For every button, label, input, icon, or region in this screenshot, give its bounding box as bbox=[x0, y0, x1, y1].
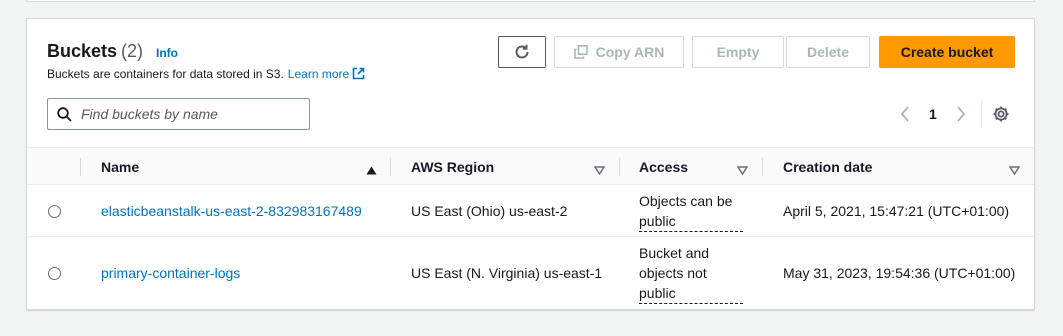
next-page-icon[interactable] bbox=[955, 105, 967, 128]
delete-button[interactable]: Delete bbox=[786, 36, 870, 68]
column-header-name[interactable]: Name bbox=[101, 159, 139, 175]
copy-arn-label: Copy ARN bbox=[595, 44, 665, 60]
sort-icon[interactable] bbox=[593, 162, 606, 180]
copy-icon bbox=[573, 45, 588, 59]
description-text: Buckets are containers for data stored i… bbox=[47, 67, 284, 81]
buckets-panel: Buckets (2) Info Buckets are containers f… bbox=[26, 18, 1035, 310]
panel-title: Buckets (2) bbox=[47, 41, 143, 62]
previous-panel-edge bbox=[26, 0, 1035, 2]
row-select-radio[interactable] bbox=[48, 267, 61, 280]
column-separator bbox=[619, 158, 620, 176]
bucket-name-link[interactable]: elasticbeanstalk-us-east-2-832983167489 bbox=[101, 201, 362, 221]
pager-divider bbox=[981, 101, 982, 127]
buckets-table: Name AWS Region Access Creation date ela… bbox=[27, 147, 1034, 307]
bucket-creation-date: May 31, 2023, 19:54:36 (UTC+01:00) bbox=[783, 265, 1016, 281]
empty-button[interactable]: Empty bbox=[692, 36, 784, 68]
access-line: objects not bbox=[639, 265, 707, 281]
refresh-button[interactable] bbox=[498, 36, 546, 68]
bucket-count: (2) bbox=[121, 41, 144, 61]
learn-more-link[interactable]: Learn more bbox=[288, 67, 349, 81]
panel-title-text: Buckets bbox=[47, 41, 118, 61]
search-box[interactable] bbox=[47, 98, 310, 130]
search-input[interactable] bbox=[81, 106, 291, 122]
column-header-creation-date[interactable]: Creation date bbox=[783, 159, 872, 175]
panel-description: Buckets are containers for data stored i… bbox=[47, 67, 365, 83]
bucket-access[interactable]: Bucket and objects not public bbox=[639, 243, 743, 304]
table-row[interactable]: primary-container-logs US East (N. Virgi… bbox=[27, 237, 1034, 307]
external-link-icon[interactable] bbox=[352, 67, 365, 83]
bucket-name-link[interactable]: primary-container-logs bbox=[101, 263, 240, 283]
column-header-region[interactable]: AWS Region bbox=[411, 159, 494, 175]
copy-arn-button[interactable]: Copy ARN bbox=[554, 36, 684, 68]
sort-icon[interactable] bbox=[736, 162, 749, 180]
table-header: Name AWS Region Access Creation date bbox=[27, 147, 1034, 185]
access-line: Objects can be bbox=[639, 193, 733, 209]
column-separator bbox=[390, 158, 391, 176]
sort-ascending-icon[interactable] bbox=[366, 162, 377, 180]
create-bucket-button[interactable]: Create bucket bbox=[879, 36, 1015, 68]
previous-page-icon[interactable] bbox=[899, 105, 911, 128]
column-separator bbox=[80, 158, 81, 176]
access-line: Bucket and bbox=[639, 245, 710, 261]
row-select-radio[interactable] bbox=[48, 205, 61, 218]
bucket-region: US East (Ohio) us-east-2 bbox=[411, 203, 568, 219]
table-row[interactable]: elasticbeanstalk-us-east-2-832983167489 … bbox=[27, 185, 1034, 237]
refresh-icon bbox=[515, 44, 529, 59]
gear-icon[interactable] bbox=[992, 105, 1010, 128]
current-page-number[interactable]: 1 bbox=[929, 106, 937, 122]
access-line: public bbox=[639, 211, 743, 232]
access-line: public bbox=[639, 283, 743, 304]
column-header-access[interactable]: Access bbox=[639, 159, 688, 175]
sort-icon[interactable] bbox=[1008, 162, 1021, 180]
bucket-access[interactable]: Objects can be public bbox=[639, 191, 743, 232]
bucket-region: US East (N. Virginia) us-east-1 bbox=[411, 265, 603, 281]
info-link[interactable]: Info bbox=[156, 46, 178, 60]
column-separator bbox=[762, 158, 763, 176]
bucket-creation-date: April 5, 2021, 15:47:21 (UTC+01:00) bbox=[783, 203, 1010, 219]
search-icon bbox=[57, 106, 72, 122]
